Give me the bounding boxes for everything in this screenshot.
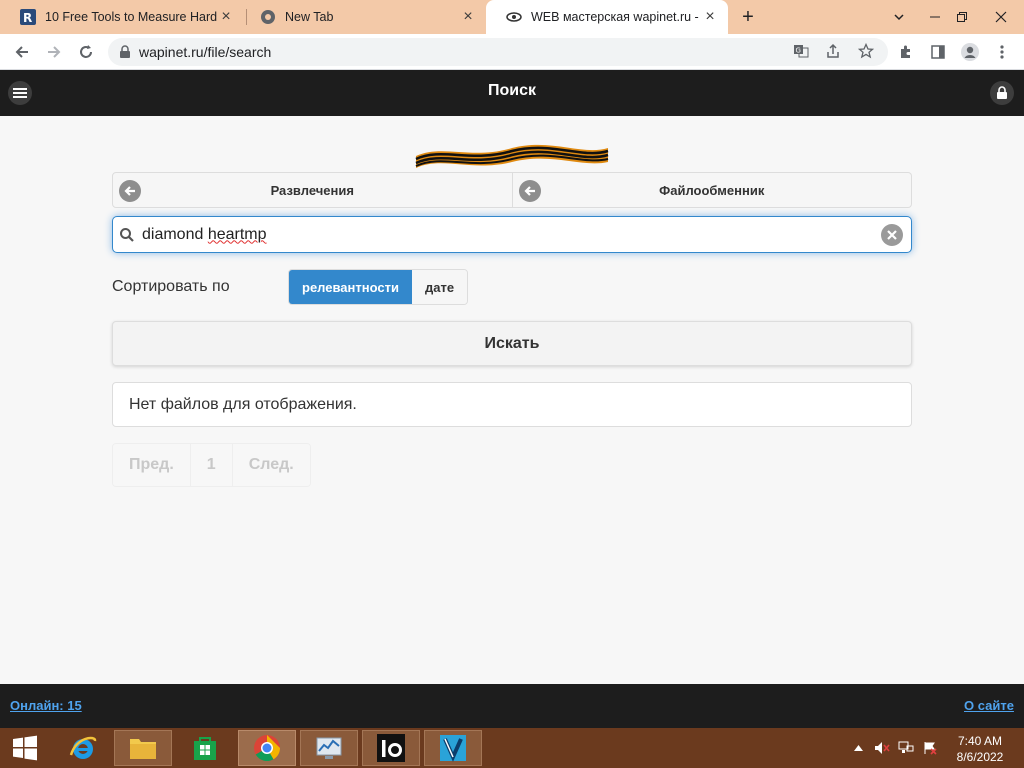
svg-text:R: R: [23, 11, 32, 25]
page-number-button[interactable]: 1: [190, 444, 233, 486]
back-arrow-icon[interactable]: [8, 38, 36, 66]
chrome-icon: [260, 9, 276, 25]
search-submit-button[interactable]: Искать: [112, 321, 912, 366]
action-center-flag-icon[interactable]: [922, 740, 938, 756]
lock-login-icon[interactable]: [990, 81, 1014, 105]
close-tab-icon[interactable]: ×: [218, 9, 234, 25]
search-value-misspelled: heartmp: [207, 225, 267, 243]
url-text: wapinet.ru/file/search: [139, 44, 272, 60]
tab-title: New Tab: [285, 10, 334, 24]
clear-input-icon[interactable]: [881, 223, 903, 246]
tab-wapinet[interactable]: WEB мастерская wapinet.ru - По ×: [486, 0, 728, 34]
chrome-icon[interactable]: [238, 730, 296, 766]
section-nav: Развлечения Файлообменник: [112, 172, 912, 208]
clock-time: 7:40 AM: [957, 734, 1003, 748]
st-george-ribbon-icon: [412, 134, 612, 170]
site-header: Поиск: [0, 70, 1024, 116]
tab-title: WEB мастерская wapinet.ru - По: [531, 10, 702, 24]
io-app-icon[interactable]: [362, 730, 420, 766]
page-title: Поиск: [487, 82, 536, 99]
extensions-puzzle-icon[interactable]: [895, 41, 917, 63]
svg-text:G: G: [796, 47, 801, 55]
next-page-button[interactable]: След.: [232, 444, 310, 486]
nav-entertainment-button[interactable]: Развлечения: [112, 172, 513, 208]
address-bar[interactable]: wapinet.ru/file/search: [108, 38, 888, 66]
lock-icon[interactable]: [119, 45, 131, 59]
sort-options: релевантности дате: [288, 269, 469, 305]
nav-file-exchange-label: Файлообменник: [659, 182, 765, 198]
taskbar-clock[interactable]: 7:40 AM 8/6/2022: [950, 733, 1010, 765]
share-icon[interactable]: [822, 40, 844, 62]
search-value: diamond heartmp: [142, 226, 881, 244]
new-tab-button[interactable]: +: [736, 6, 760, 28]
system-monitor-icon[interactable]: [300, 730, 358, 766]
tab-strip: R 10 Free Tools to Measure Hard D × New …: [0, 0, 1024, 34]
clock-date: 8/6/2022: [956, 750, 1004, 764]
network-icon[interactable]: [898, 740, 914, 756]
file-explorer-icon[interactable]: [114, 730, 172, 766]
main-content: Развлечения Файлообменник diamond heartm…: [0, 116, 1024, 684]
sort-label: Сортировать по: [112, 278, 230, 295]
restore-window-icon[interactable]: [945, 0, 979, 34]
nav-file-exchange-button[interactable]: Файлообменник: [512, 172, 912, 208]
search-icon: [119, 227, 135, 243]
arrow-left-icon: [518, 180, 541, 202]
kebab-menu-icon[interactable]: [991, 41, 1013, 63]
side-panel-icon[interactable]: [927, 41, 949, 63]
bookmark-star-icon[interactable]: [855, 40, 877, 62]
sort-relevance-option[interactable]: релевантности: [289, 270, 412, 304]
windows-taskbar: 7:40 AM 8/6/2022: [0, 728, 1024, 768]
tab-new-tab[interactable]: New Tab ×: [240, 0, 486, 34]
volume-muted-icon[interactable]: [874, 740, 890, 756]
r-favicon-icon: R: [20, 9, 36, 25]
close-window-icon[interactable]: [984, 0, 1018, 34]
empty-results-message: Нет файлов для отображения.: [112, 382, 912, 427]
windows-store-icon[interactable]: [176, 730, 234, 766]
arrow-left-icon: [119, 180, 141, 202]
pagination: Пред. 1 След.: [112, 443, 311, 487]
internet-explorer-icon[interactable]: [54, 730, 112, 766]
tray-overflow-chevron-icon[interactable]: [850, 740, 866, 756]
eye-favicon-icon: [506, 9, 522, 25]
nav-entertainment-label: Развлечения: [270, 182, 354, 198]
windows-start-icon[interactable]: [0, 728, 50, 768]
search-value-text: diamond: [142, 225, 208, 243]
browser-toolbar: wapinet.ru/file/search G: [0, 34, 1024, 70]
prev-page-button[interactable]: Пред.: [113, 444, 191, 486]
about-link[interactable]: О сайте: [964, 698, 1014, 713]
translate-icon[interactable]: G: [790, 40, 812, 62]
reload-icon[interactable]: [72, 38, 100, 66]
sort-date-option[interactable]: дате: [411, 270, 468, 304]
online-count-link[interactable]: Онлайн: 15: [10, 698, 82, 713]
video-editor-icon[interactable]: [424, 730, 482, 766]
site-footer: Онлайн: 15 О сайте: [0, 684, 1024, 728]
close-tab-icon[interactable]: ×: [460, 9, 476, 25]
search-input[interactable]: diamond heartmp: [112, 216, 912, 253]
tab-title: 10 Free Tools to Measure Hard D: [45, 10, 218, 24]
tab-measure-hard-drive[interactable]: R 10 Free Tools to Measure Hard D ×: [0, 0, 244, 34]
tab-search-chevron-icon[interactable]: [882, 0, 916, 34]
profile-avatar-icon[interactable]: [959, 41, 981, 63]
close-tab-icon[interactable]: ×: [702, 9, 718, 25]
forward-arrow-icon[interactable]: [40, 38, 68, 66]
